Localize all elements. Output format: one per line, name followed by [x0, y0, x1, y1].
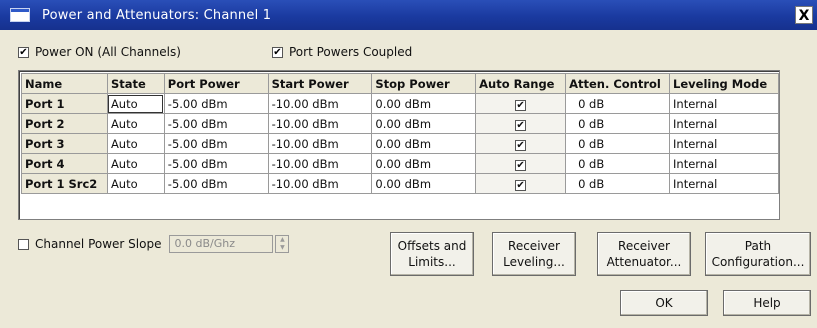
auto-range-cell[interactable]: ✔ [475, 153, 567, 174]
auto-range-checkbox[interactable]: ✔ [515, 179, 527, 191]
channel-power-slope-label: Channel Power Slope [35, 237, 162, 251]
port-name-cell: Port 3 [21, 133, 108, 154]
leveling-mode-cell[interactable]: Internal [669, 173, 779, 194]
column-header-auto-range[interactable]: Auto Range [475, 73, 567, 94]
leveling-mode-cell[interactable]: Internal [669, 133, 779, 154]
auto-range-cell[interactable]: ✔ [475, 93, 567, 114]
window-icon [10, 8, 30, 22]
column-header-state[interactable]: State [106, 73, 165, 94]
spin-up-icon[interactable]: ▲ [276, 236, 288, 244]
stop-power-cell[interactable]: 0.00 dBm [371, 153, 477, 174]
start-power-cell[interactable]: -10.00 dBm [267, 113, 373, 134]
start-power-cell[interactable]: -10.00 dBm [267, 153, 373, 174]
power-attenuators-dialog: Power and Attenuators: Channel 1 X ✔ Pow… [0, 0, 817, 328]
title-bar[interactable]: Power and Attenuators: Channel 1 X [0, 0, 817, 30]
stop-power-cell[interactable]: 0.00 dBm [371, 113, 477, 134]
port-power-cell[interactable]: -5.00 dBm [163, 113, 269, 134]
receiver-leveling-button[interactable]: Receiver Leveling... [492, 232, 576, 276]
port-powers-coupled-checkbox[interactable]: ✔ [272, 46, 283, 58]
channel-power-slope-checkbox[interactable] [18, 238, 29, 250]
power-on-checkbox[interactable]: ✔ [18, 46, 29, 58]
atten-control-cell[interactable]: 0 dB [565, 173, 671, 194]
start-power-cell[interactable]: -10.00 dBm [267, 173, 373, 194]
power-on-label: Power ON (All Channels) [35, 45, 181, 59]
auto-range-checkbox[interactable]: ✔ [515, 99, 527, 111]
table-row: Port 4 Auto -5.00 dBm -10.00 dBm 0.00 dB… [21, 153, 779, 174]
channel-power-slope-input[interactable]: 0.0 dB/Ghz [169, 235, 274, 253]
channel-power-slope: Channel Power Slope 0.0 dB/Ghz ▲ ▼ [18, 235, 290, 253]
state-cell[interactable]: Auto [106, 133, 165, 154]
help-button[interactable]: Help [723, 290, 811, 316]
power-on-option[interactable]: ✔ Power ON (All Channels) [18, 44, 181, 60]
auto-range-cell[interactable]: ✔ [475, 113, 567, 134]
atten-control-cell[interactable]: 0 dB [565, 113, 671, 134]
state-cell[interactable]: Auto [106, 113, 165, 134]
offsets-and-limits-button[interactable]: Offsets and Limits... [390, 232, 474, 276]
port-name-cell: Port 1 Src2 [21, 173, 108, 194]
table-row: Port 1 Src2 Auto -5.00 dBm -10.00 dBm 0.… [21, 173, 779, 194]
column-header-port-power[interactable]: Port Power [163, 73, 269, 94]
auto-range-cell[interactable]: ✔ [475, 133, 567, 154]
atten-control-cell[interactable]: 0 dB [565, 133, 671, 154]
atten-control-cell[interactable]: 0 dB [565, 153, 671, 174]
port-power-cell[interactable]: -5.00 dBm [163, 133, 269, 154]
table-row: Port 1 Auto -5.00 dBm -10.00 dBm 0.00 dB… [21, 93, 779, 114]
slope-spinner[interactable]: ▲ ▼ [275, 235, 290, 253]
close-button[interactable]: X [795, 6, 813, 24]
port-power-cell[interactable]: -5.00 dBm [163, 153, 269, 174]
table-row: Port 3 Auto -5.00 dBm -10.00 dBm 0.00 dB… [21, 133, 779, 154]
auto-range-cell[interactable]: ✔ [475, 173, 567, 194]
ok-button[interactable]: OK [620, 290, 708, 316]
column-header-leveling-mode[interactable]: Leveling Mode [669, 73, 779, 94]
stop-power-cell[interactable]: 0.00 dBm [371, 93, 477, 114]
start-power-cell[interactable]: -10.00 dBm [267, 93, 373, 114]
auto-range-checkbox[interactable]: ✔ [515, 119, 527, 131]
stop-power-cell[interactable]: 0.00 dBm [371, 133, 477, 154]
start-power-cell[interactable]: -10.00 dBm [267, 133, 373, 154]
column-header-atten-control[interactable]: Atten. Control [565, 73, 671, 94]
receiver-attenuator-button[interactable]: Receiver Attenuator... [597, 232, 691, 276]
table-row: Port 2 Auto -5.00 dBm -10.00 dBm 0.00 dB… [21, 113, 779, 134]
leveling-mode-cell[interactable]: Internal [669, 93, 779, 114]
port-power-table: Name State Port Power Start Power Stop P… [18, 70, 780, 220]
auto-range-checkbox[interactable]: ✔ [515, 139, 527, 151]
column-header-start-power[interactable]: Start Power [267, 73, 373, 94]
stop-power-cell[interactable]: 0.00 dBm [371, 173, 477, 194]
port-name-cell: Port 4 [21, 153, 108, 174]
table-header-row: Name State Port Power Start Power Stop P… [21, 73, 779, 94]
port-power-cell[interactable]: -5.00 dBm [163, 173, 269, 194]
leveling-mode-cell[interactable]: Internal [669, 113, 779, 134]
spin-down-icon[interactable]: ▼ [276, 244, 288, 252]
leveling-mode-cell[interactable]: Internal [669, 153, 779, 174]
window-title: Power and Attenuators: Channel 1 [42, 7, 272, 23]
path-configuration-button[interactable]: Path Configuration... [705, 232, 811, 276]
port-powers-coupled-label: Port Powers Coupled [289, 45, 413, 59]
port-powers-coupled-option[interactable]: ✔ Port Powers Coupled [272, 44, 412, 60]
auto-range-checkbox[interactable]: ✔ [515, 159, 527, 171]
column-header-stop-power[interactable]: Stop Power [371, 73, 477, 94]
port-name-cell: Port 1 [21, 93, 108, 114]
column-header-name[interactable]: Name [21, 73, 108, 94]
state-cell[interactable]: Auto [106, 153, 165, 174]
atten-control-cell[interactable]: 0 dB [565, 93, 671, 114]
state-cell[interactable]: Auto [106, 93, 165, 114]
port-power-cell[interactable]: -5.00 dBm [163, 93, 269, 114]
port-name-cell: Port 2 [21, 113, 108, 134]
state-cell[interactable]: Auto [106, 173, 165, 194]
